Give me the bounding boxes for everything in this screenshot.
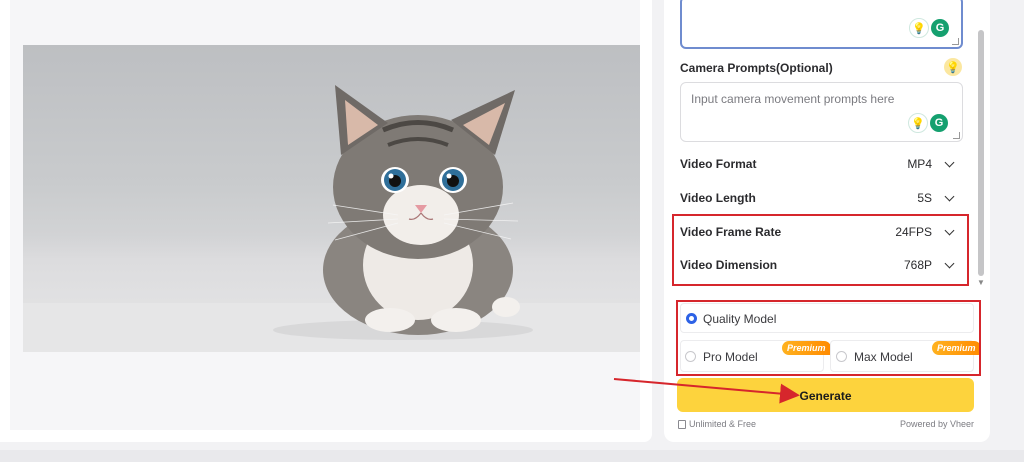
video-format-value: MP4 (907, 157, 932, 171)
camera-prompts-label: Camera Prompts(Optional) (680, 61, 833, 75)
annotation-box-model-selection (676, 300, 981, 376)
video-length-label: Video Length (680, 191, 756, 205)
camera-prompts-textarea[interactable]: Input camera movement prompts here 💡 G (680, 82, 963, 142)
resize-grip-icon[interactable] (952, 38, 959, 45)
scroll-down-arrow-icon[interactable]: ▼ (975, 278, 987, 288)
footer-left: Unlimited & Free (678, 419, 756, 429)
camera-prompts-placeholder: Input camera movement prompts here (691, 92, 895, 106)
camera-ideas-icon[interactable]: 💡 (908, 113, 928, 133)
prompt-textarea[interactable]: 💡 G (680, 0, 963, 49)
unlimited-free-text: Unlimited & Free (689, 419, 757, 429)
powered-by-text: Powered by Vheer (899, 419, 974, 429)
document-icon (678, 419, 686, 429)
generate-button[interactable]: Generate (677, 378, 974, 412)
resize-grip-icon[interactable] (953, 132, 960, 139)
prompt-ideas-icon[interactable]: 💡 (909, 18, 929, 38)
app-root: ▼ 💡 G Camera Prompts(Optional) 💡 Input c… (0, 0, 1024, 462)
video-length-value: 5S (917, 191, 932, 205)
kitten-photo-drawing (23, 85, 640, 352)
uploaded-kitten-image (23, 45, 640, 352)
page-bottom-strip (0, 450, 1024, 462)
video-format-label: Video Format (680, 157, 757, 171)
camera-textarea-tools: 💡 G (908, 113, 948, 133)
lightbulb-icon[interactable]: 💡 (944, 58, 962, 76)
prompt-textarea-tools: 💡 G (909, 18, 949, 38)
panel-scrollbar-thumb[interactable] (978, 30, 984, 276)
grammarly-icon[interactable]: G (931, 19, 949, 37)
grammarly-icon[interactable]: G (930, 114, 948, 132)
annotation-box-video-settings (672, 214, 969, 286)
